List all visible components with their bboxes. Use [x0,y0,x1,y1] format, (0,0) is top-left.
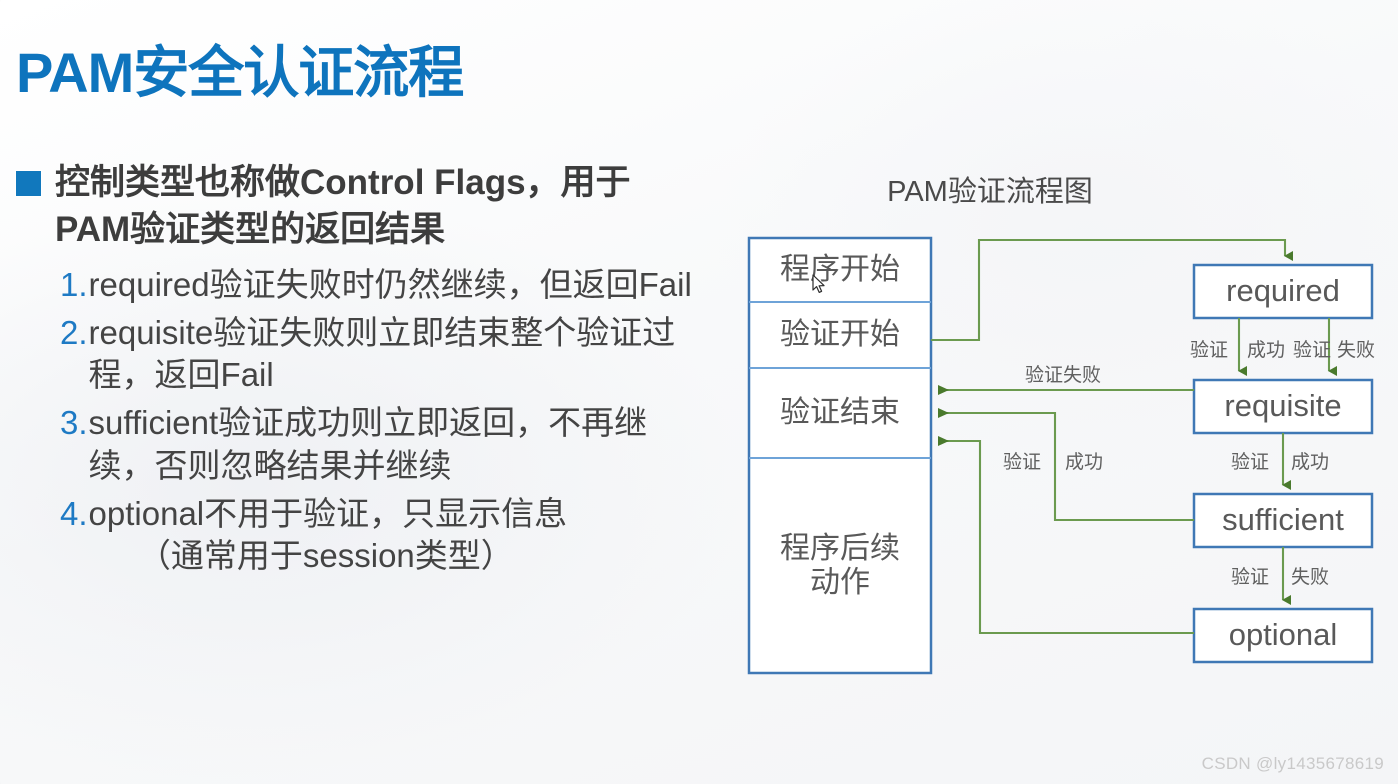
list-item-text: optional不用于验证，只显示信息 （通常用于session类型） [89,493,568,577]
list-item-text-main: optional不用于验证，只显示信息 [88,494,568,532]
list-item: 4. optional不用于验证，只显示信息 （通常用于session类型） [60,493,730,577]
list-item-number: 2. [60,314,88,352]
edge-optional-to-authend [938,436,1194,635]
list-item: 1. required验证失败时仍然继续，但返回Fail [60,264,730,306]
list-item-number: 4. [60,494,88,532]
list-item-subtext: （通常用于session类型） [137,537,514,575]
box-sufficient [1192,492,1374,549]
box-optional [1192,607,1374,664]
list-item: 3. sufficient验证成功则立即返回，不再继续，否则忽略结果并继续 [60,402,730,486]
list-item: 2. requisite验证失败则立即结束整个验证过程，返回Fail [60,312,730,396]
left-column-boxes [747,236,933,675]
list-item-text: sufficient验证成功则立即返回，不再继续，否则忽略结果并继续 [88,404,648,484]
edge-sufficient-success-to-authend [938,408,1194,522]
page-title: PAM安全认证流程 [16,41,464,104]
main-bullet-text: 控制类型也称做Control Flags，用于PAM验证类型的返回结果 [55,163,631,249]
box-required [1192,263,1374,320]
mouse-cursor-icon [812,274,825,293]
diagram-canvas [747,236,1374,675]
list-item-text: required验证失败时仍然继续，但返回Fail [88,265,692,303]
list-item-text: requisite验证失败则立即结束整个验证过程，返回Fail [88,314,676,394]
pam-flow-diagram: PAM验证流程图 程序开始 验证开始 验证结束 程序后续 动作 required… [735,150,1395,710]
bullet-square-icon [16,171,41,196]
list-item-number: 1. [60,265,88,303]
left-column-outer-box [747,236,933,675]
list-item-number: 3. [60,404,88,442]
main-bullet: 控制类型也称做Control Flags，用于PAM验证类型的返回结果 [0,160,730,254]
box-requisite [1192,378,1374,435]
csdn-watermark: CSDN @ly1435678619 [1201,754,1384,773]
numbered-list: 1. required验证失败时仍然继续，但返回Fail 2. requisit… [0,264,730,578]
content-left-column: 控制类型也称做Control Flags，用于PAM验证类型的返回结果 1. r… [0,160,730,583]
